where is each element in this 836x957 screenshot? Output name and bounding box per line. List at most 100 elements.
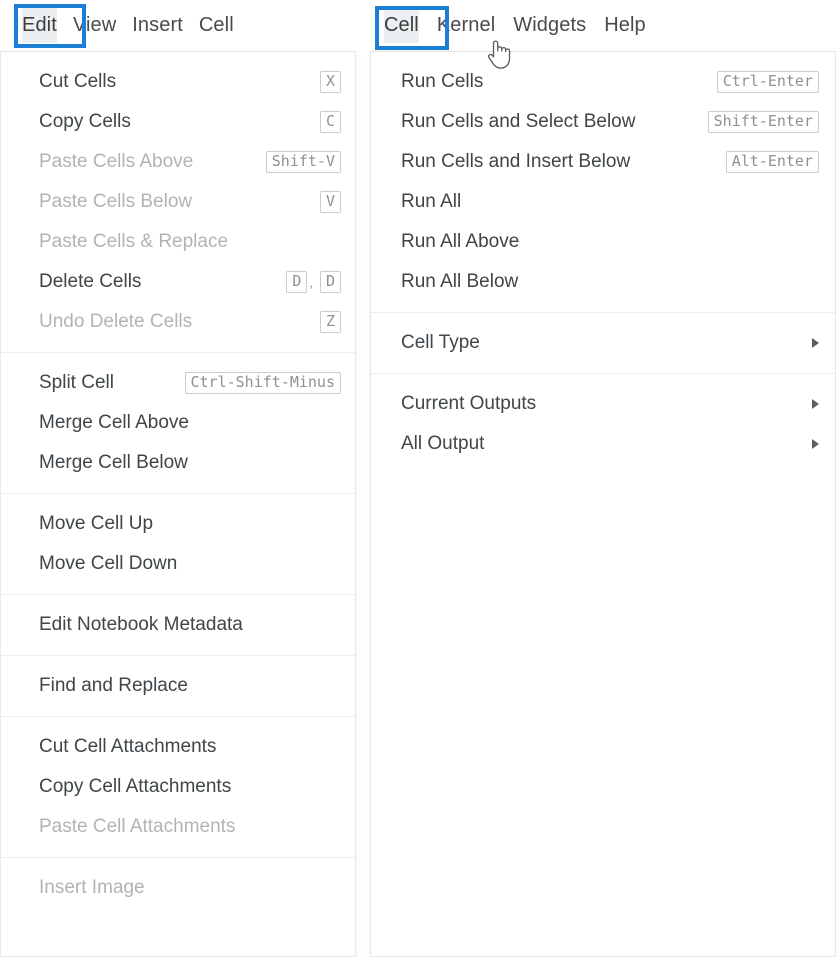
menu-item-paste-cells-replace: Paste Cells & Replace <box>1 222 355 262</box>
shortcut-key-badge: Alt-Enter <box>725 150 819 174</box>
menu-group: Split Cell Ctrl-Shift-Minus Merge Cell Abo… <box>1 352 355 493</box>
shortcut-separator: , <box>309 274 313 290</box>
menu-item-delete-cells[interactable]: Delete Cells D, D <box>1 262 355 302</box>
menubar-item-cell-left[interactable]: Cell <box>199 8 234 43</box>
menubar-item-widgets[interactable]: Widgets <box>513 8 586 43</box>
menu-group: Find and Replace <box>1 655 355 716</box>
menubar-item-edit[interactable]: Edit <box>22 8 57 43</box>
keyboard-shortcut: D,D <box>280 270 341 294</box>
menu-item-label: Run Cells and Insert Below <box>401 151 631 172</box>
menu-group: Edit Notebook Metadata <box>1 594 355 655</box>
shortcut-key-badge: Shift-V <box>265 150 341 174</box>
shortcut-key-badge: Ctrl-Shift-Minus <box>184 371 341 395</box>
menu-item-label: Run All Above <box>401 231 520 252</box>
menu-item-label: Copy Cell Attachments <box>39 776 232 797</box>
screenshot-root: Edit View Insert Cell Cut Cells X Copy Cel… <box>0 0 836 957</box>
menu-group: Move Cell Up Move Cell Down <box>1 493 355 594</box>
menu-item-label: Find and Replace <box>39 675 188 696</box>
menu-group: Run Cells Ctrl-Enter Run Cells and Select … <box>371 52 835 312</box>
menubar-item-help[interactable]: Help <box>604 8 646 43</box>
menubar-item-insert[interactable]: Insert <box>132 8 183 43</box>
cell-menu-dropdown: Run Cells Ctrl-Enter Run Cells and Select … <box>370 52 836 957</box>
menu-item-paste-cells-above: Paste Cells Above Shift-V <box>1 142 355 182</box>
menu-item-all-output[interactable]: All Output <box>371 424 835 464</box>
menu-item-label: Cut Cells <box>39 71 117 92</box>
menu-item-split-cell[interactable]: Split Cell Ctrl-Shift-Minus <box>1 363 355 403</box>
menu-item-run-cells[interactable]: Run Cells Ctrl-Enter <box>371 62 835 102</box>
menu-item-edit-notebook-metadata[interactable]: Edit Notebook Metadata <box>1 605 355 645</box>
menu-group: Current Outputs All Output <box>371 373 835 474</box>
shortcut-key-badge: V <box>319 190 341 214</box>
menu-item-merge-cell-below[interactable]: Merge Cell Below <box>1 443 355 483</box>
menu-item-insert-image: Insert Image <box>1 868 355 908</box>
keyboard-shortcut: Shift-V <box>260 150 341 174</box>
menu-item-copy-cells[interactable]: Copy Cells C <box>1 102 355 142</box>
menubar-item-kernel[interactable]: Kernel <box>437 8 495 43</box>
edit-menu-dropdown: Cut Cells X Copy Cells C Paste Cells Above Sh… <box>0 52 356 957</box>
keyboard-shortcut: C <box>314 110 341 134</box>
menu-item-cell-type[interactable]: Cell Type <box>371 323 835 363</box>
menu-item-run-all[interactable]: Run All <box>371 182 835 222</box>
menu-item-label: Insert Image <box>39 877 145 898</box>
menu-item-label: Merge Cell Below <box>39 452 188 473</box>
menubar-item-cell[interactable]: Cell <box>384 8 419 43</box>
menu-item-cut-cell-attachments[interactable]: Cut Cell Attachments <box>1 727 355 767</box>
keyboard-shortcut: Ctrl-Shift-Minus <box>179 371 341 395</box>
menu-item-label: Split Cell <box>39 372 114 393</box>
menu-item-current-outputs[interactable]: Current Outputs <box>371 384 835 424</box>
menu-group: Cell Type <box>371 312 835 373</box>
menu-item-label: Paste Cells Above <box>39 151 194 172</box>
left-menubar-items: Edit View Insert Cell <box>0 0 234 51</box>
menu-item-label: Paste Cells & Replace <box>39 231 229 252</box>
menu-item-label: Run Cells <box>401 71 484 92</box>
menu-item-label: All Output <box>401 433 485 454</box>
keyboard-shortcut: X <box>314 70 341 94</box>
shortcut-key-badge: C <box>319 110 341 134</box>
menu-item-copy-cell-attachments[interactable]: Copy Cell Attachments <box>1 767 355 807</box>
keyboard-shortcut: Z <box>314 310 341 334</box>
menu-item-label: Cut Cell Attachments <box>39 736 217 757</box>
keyboard-shortcut: Ctrl-Enter <box>711 70 819 94</box>
right-menubar-items: Cell Kernel Widgets Help <box>370 0 646 51</box>
menu-item-undo-delete-cells: Undo Delete Cells Z <box>1 302 355 342</box>
menu-item-label: Run All Below <box>401 271 519 292</box>
menu-item-label: Move Cell Down <box>39 553 178 574</box>
menu-item-label: Current Outputs <box>401 393 537 414</box>
keyboard-shortcut: Alt-Enter <box>720 150 819 174</box>
menu-item-label: Move Cell Up <box>39 513 154 534</box>
right-menubar: Cell Kernel Widgets Help <box>370 0 836 52</box>
menu-group: Cut Cell Attachments Copy Cell Attachment… <box>1 716 355 857</box>
chevron-right-icon <box>812 399 819 409</box>
menu-item-run-all-below[interactable]: Run All Below <box>371 262 835 302</box>
menu-item-cut-cells[interactable]: Cut Cells X <box>1 62 355 102</box>
menu-group: Insert Image <box>1 857 355 918</box>
shortcut-key-badge: Ctrl-Enter <box>716 70 819 94</box>
menu-item-label: Cell Type <box>401 332 480 353</box>
menu-item-move-cell-down[interactable]: Move Cell Down <box>1 544 355 584</box>
shortcut-key-badge: D <box>319 270 341 294</box>
shortcut-key-badge: Z <box>319 310 341 334</box>
menu-item-paste-cells-below: Paste Cells Below V <box>1 182 355 222</box>
shortcut-key-badge: Shift-Enter <box>707 110 819 134</box>
keyboard-shortcut: V <box>314 190 341 214</box>
menu-item-run-cells-and-select-below[interactable]: Run Cells and Select Below Shift-Enter <box>371 102 835 142</box>
menu-item-run-cells-and-insert-below[interactable]: Run Cells and Insert Below Alt-Enter <box>371 142 835 182</box>
menu-item-find-and-replace[interactable]: Find and Replace <box>1 666 355 706</box>
menu-item-label: Delete Cells <box>39 271 142 292</box>
menu-item-label: Merge Cell Above <box>39 412 189 433</box>
shortcut-key-badge: D <box>286 270 308 294</box>
menu-item-label: Copy Cells <box>39 111 131 132</box>
menu-item-label: Run Cells and Select Below <box>401 111 636 132</box>
menu-item-label: Paste Cell Attachments <box>39 816 236 837</box>
keyboard-shortcut: Shift-Enter <box>702 110 819 134</box>
menu-item-move-cell-up[interactable]: Move Cell Up <box>1 504 355 544</box>
menu-item-label: Edit Notebook Metadata <box>39 614 243 635</box>
menu-item-label: Undo Delete Cells <box>39 311 193 332</box>
menu-item-run-all-above[interactable]: Run All Above <box>371 222 835 262</box>
menu-item-label: Run All <box>401 191 462 212</box>
menu-item-merge-cell-above[interactable]: Merge Cell Above <box>1 403 355 443</box>
chevron-right-icon <box>812 338 819 348</box>
menu-item-label: Paste Cells Below <box>39 191 193 212</box>
menu-item-paste-cell-attachments: Paste Cell Attachments <box>1 807 355 847</box>
menubar-item-view[interactable]: View <box>73 8 116 43</box>
